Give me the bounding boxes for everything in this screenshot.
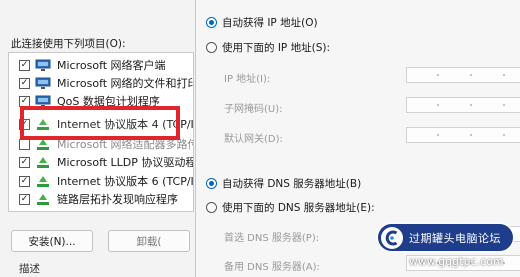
list-item-lldp[interactable]: ✓ Microsoft LLDP 协议驱动程 [9, 153, 194, 171]
list-item-label: 链路层拓扑发现响应程序 [57, 193, 178, 206]
list-item-label: Microsoft 网络客户端 [57, 59, 166, 72]
install-button[interactable]: 安装(N)... [11, 230, 93, 252]
checkbox[interactable]: ✓ [19, 156, 30, 168]
checkbox[interactable]: ✓ [19, 175, 30, 187]
alternate-dns-label: 备用 DNS 服务器(A): [224, 262, 320, 273]
list-item-label: Microsoft 网络的文件和打印 [57, 77, 194, 90]
highlight-box [20, 106, 180, 140]
network-service-icon [35, 77, 51, 90]
dns-manual-option[interactable]: 使用下面的 DNS 服务器地址(E): [206, 200, 375, 215]
subnet-mask-input[interactable] [406, 97, 520, 113]
description-label: 描述 [19, 263, 40, 275]
ip-address-label: IP 地址(I): [224, 74, 271, 85]
connection-items-label: 此连接使用下列项目(O): [11, 38, 126, 50]
list-item-label: Internet 协议版本 6 (TCP/IPv6) [57, 175, 194, 188]
default-gateway-label: 默认网关(D): [224, 134, 283, 145]
checkbox[interactable]: ✓ [19, 77, 30, 89]
subnet-mask-label: 子网掩码(U): [224, 104, 283, 115]
list-item-ms-file-print[interactable]: ✓ Microsoft 网络的文件和打印 [9, 74, 194, 92]
forum-logo-icon [381, 226, 403, 249]
radio-button[interactable] [206, 178, 217, 189]
radio-button[interactable] [206, 17, 217, 28]
checkbox[interactable] [19, 138, 30, 150]
list-item-label: Microsoft LLDP 协议驱动程 [57, 156, 194, 169]
network-client-icon [35, 59, 51, 72]
radio-button[interactable] [206, 202, 217, 213]
ip-manual-label: 使用下面的 IP 地址(S): [222, 42, 330, 54]
dns-auto-option[interactable]: 自动获得 DNS 服务器地址(B) [206, 176, 361, 191]
protocol-icon [35, 175, 51, 188]
preferred-dns-label: 首选 DNS 服务器(P): [224, 233, 320, 244]
list-item-lltd-responder[interactable]: ✓ 链路层拓扑发现响应程序 [9, 190, 193, 208]
uninstall-button[interactable]: 卸载( [108, 230, 190, 252]
ip-manual-option[interactable]: 使用下面的 IP 地址(S): [206, 40, 330, 55]
dns-auto-label: 自动获得 DNS 服务器地址(B) [222, 178, 362, 190]
protocol-icon [35, 156, 51, 169]
ethernet-properties-window: 此连接使用下列项目(O): ✓ Microsoft 网络客户端 ✓ Micros… [0, 0, 196, 277]
watermark-badge: 过期罐头电脑论坛 [378, 224, 513, 251]
protocol-icon [35, 193, 51, 206]
radio-button[interactable] [206, 42, 217, 53]
list-item-ipv6[interactable]: ✓ Internet 协议版本 6 (TCP/IPv6) [9, 172, 194, 190]
default-gateway-input[interactable] [406, 127, 520, 143]
dns-manual-label: 使用下面的 DNS 服务器地址(E): [222, 202, 375, 214]
checkbox[interactable]: ✓ [19, 59, 30, 71]
ip-auto-label: 自动获得 IP 地址(O) [222, 17, 318, 29]
watermark-title: 过期罐头电脑论坛 [409, 231, 501, 245]
list-item-ms-client[interactable]: ✓ Microsoft 网络客户端 [9, 56, 193, 74]
checkbox[interactable]: ✓ [19, 193, 30, 205]
watermark-url: www.gqgtpc.com [409, 256, 504, 268]
ip-address-input[interactable] [406, 67, 520, 83]
checkbox[interactable]: ✓ [19, 95, 30, 107]
ip-auto-option[interactable]: 自动获得 IP 地址(O) [206, 15, 318, 30]
